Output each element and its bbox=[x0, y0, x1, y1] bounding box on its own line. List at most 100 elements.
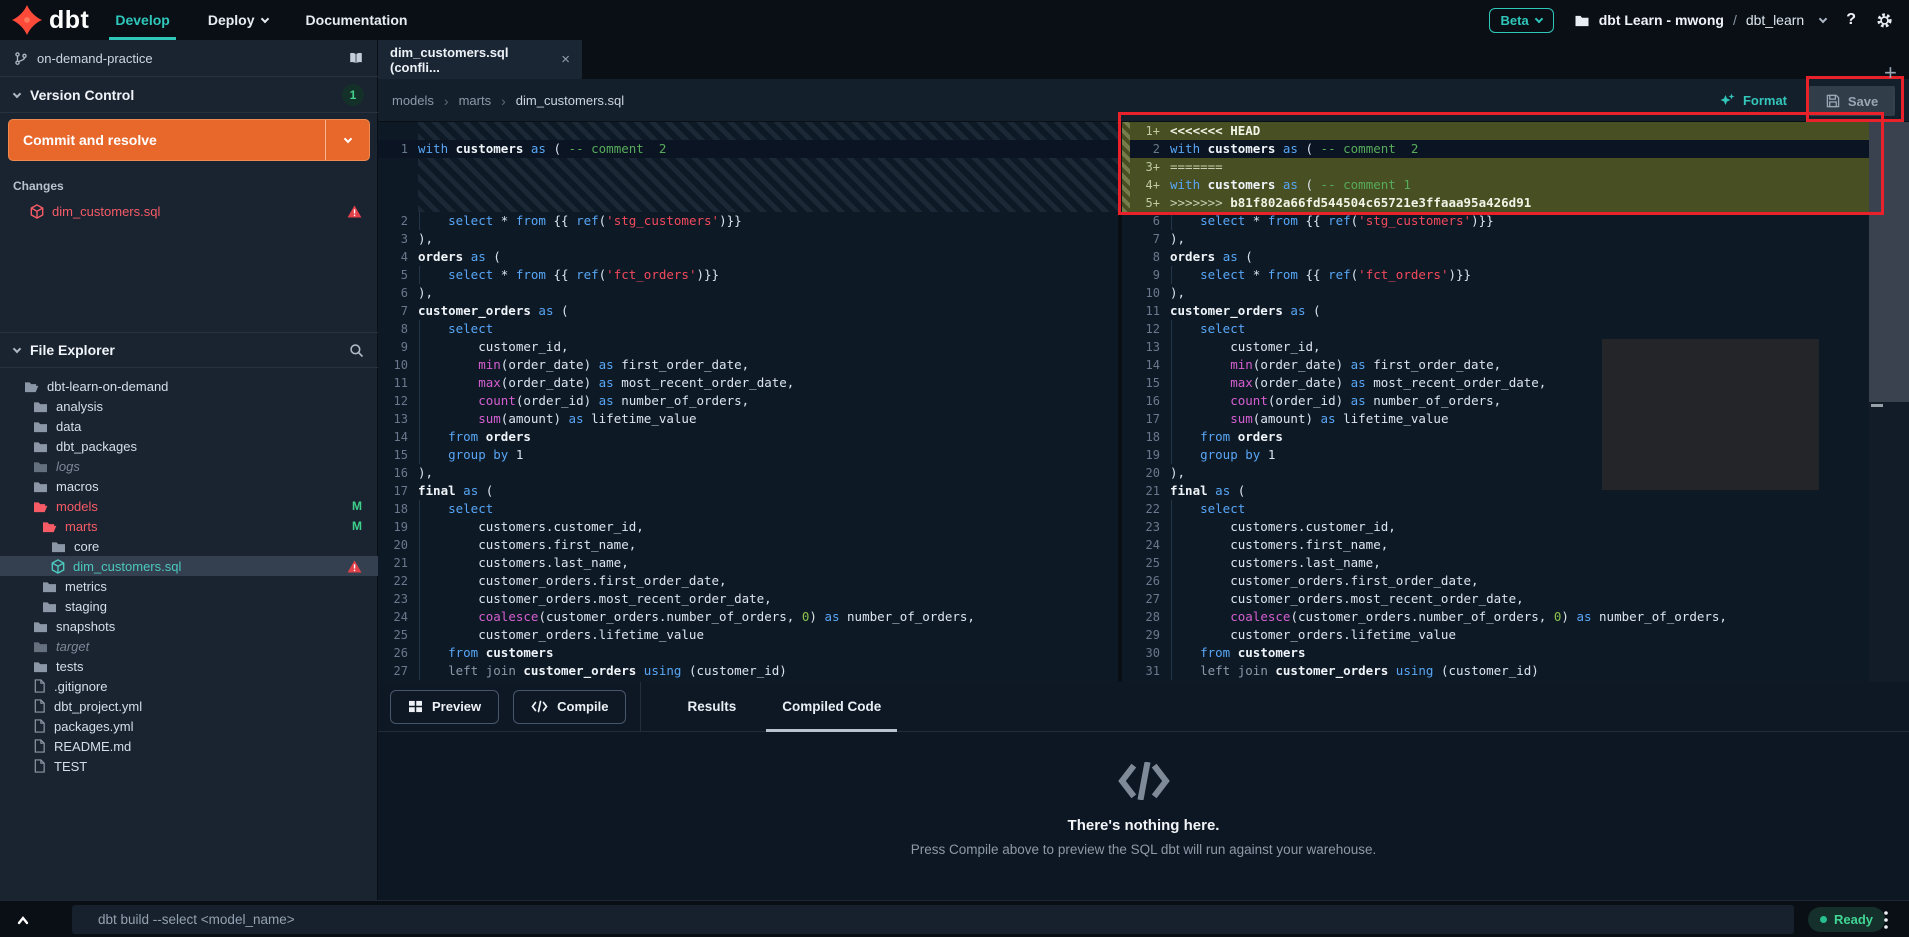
gear-icon[interactable] bbox=[1876, 12, 1893, 29]
tree-item-metrics[interactable]: metrics bbox=[0, 576, 378, 596]
tree-item-staging[interactable]: staging bbox=[0, 596, 378, 616]
tree-item-dbt-learn-on-demand[interactable]: dbt-learn-on-demand bbox=[0, 376, 378, 396]
tree-item-marts[interactable]: martsM bbox=[0, 516, 378, 536]
tree-item-core[interactable]: core bbox=[0, 536, 378, 556]
commit-dropdown-button[interactable] bbox=[325, 120, 369, 160]
code-line[interactable]: 7customer_orders as ( bbox=[378, 302, 1118, 320]
format-button[interactable]: Format bbox=[1720, 79, 1787, 122]
nav-documentation[interactable]: Documentation bbox=[306, 0, 408, 40]
code-line[interactable]: 14 from orders bbox=[378, 428, 1118, 446]
code-line[interactable]: 16), bbox=[378, 464, 1118, 482]
tree-item-packages-yml[interactable]: packages.yml bbox=[0, 716, 378, 736]
code-line[interactable]: 11customer_orders as ( bbox=[1122, 302, 1909, 320]
code-line[interactable]: 18 select bbox=[378, 500, 1118, 518]
code-line[interactable]: 8orders as ( bbox=[1122, 248, 1909, 266]
code-line[interactable]: 26 customer_orders.first_order_date, bbox=[1122, 572, 1909, 590]
tree-item-target[interactable]: target bbox=[0, 636, 378, 656]
code-line[interactable]: 30 from customers bbox=[1122, 644, 1909, 662]
code-line[interactable]: 15 group by 1 bbox=[378, 446, 1118, 464]
code-line[interactable]: 1with customers as ( -- comment 2 bbox=[378, 140, 1118, 158]
tree-item--gitignore[interactable]: .gitignore bbox=[0, 676, 378, 696]
tree-item-test[interactable]: TEST bbox=[0, 756, 378, 776]
code-line[interactable]: 22 select bbox=[1122, 500, 1909, 518]
code-line[interactable]: 1+<<<<<<< HEAD bbox=[1122, 122, 1909, 140]
code-line[interactable]: 5+>>>>>>> b81f802a66fd544504c65721e3ffaa… bbox=[1122, 194, 1909, 212]
code-line[interactable]: 27 customer_orders.most_recent_order_dat… bbox=[1122, 590, 1909, 608]
version-control-header[interactable]: Version Control 1 bbox=[0, 77, 378, 113]
code-line[interactable]: 19 customers.customer_id, bbox=[378, 518, 1118, 536]
docs-book-icon[interactable] bbox=[348, 51, 364, 65]
code-line[interactable]: 23 customers.customer_id, bbox=[1122, 518, 1909, 536]
branch-selector[interactable]: on-demand-practice bbox=[0, 40, 378, 77]
code-line[interactable]: 24 customers.first_name, bbox=[1122, 536, 1909, 554]
code-line[interactable]: 2 select * from {{ ref('stg_customers')}… bbox=[378, 212, 1118, 230]
tree-item-macros[interactable]: macros bbox=[0, 476, 378, 496]
breadcrumb-models[interactable]: models bbox=[392, 93, 434, 108]
tree-item-dbt-project-yml[interactable]: dbt_project.yml bbox=[0, 696, 378, 716]
code-line[interactable]: 13 sum(amount) as lifetime_value bbox=[378, 410, 1118, 428]
tree-item-dim-customers-sql[interactable]: dim_customers.sql bbox=[0, 556, 378, 576]
code-line[interactable]: 25 customers.last_name, bbox=[1122, 554, 1909, 572]
changed-file-item[interactable]: dim_customers.sql bbox=[0, 199, 378, 223]
close-tab-icon[interactable]: × bbox=[561, 51, 570, 68]
code-line[interactable]: 12 count(order_id) as number_of_orders, bbox=[378, 392, 1118, 410]
code-line[interactable]: 7), bbox=[1122, 230, 1909, 248]
nav-deploy[interactable]: Deploy bbox=[208, 0, 268, 40]
kebab-menu-icon[interactable] bbox=[1883, 910, 1889, 930]
code-line[interactable]: 10), bbox=[1122, 284, 1909, 302]
tab-dim-customers[interactable]: dim_customers.sql (confli... × bbox=[378, 40, 582, 79]
code-line[interactable]: 2with customers as ( -- comment 2 bbox=[1122, 140, 1909, 158]
code-line[interactable]: 5 select * from {{ ref('fct_orders')}} bbox=[378, 266, 1118, 284]
search-icon[interactable] bbox=[349, 343, 364, 358]
code-line[interactable]: 29 customer_orders.lifetime_value bbox=[1122, 626, 1909, 644]
code-line[interactable]: 22 customer_orders.first_order_date, bbox=[378, 572, 1118, 590]
tree-item-snapshots[interactable]: snapshots bbox=[0, 616, 378, 636]
tree-item-dbt-packages[interactable]: dbt_packages bbox=[0, 436, 378, 456]
code-line[interactable]: 26 from customers bbox=[378, 644, 1118, 662]
code-line[interactable]: 23 customer_orders.most_recent_order_dat… bbox=[378, 590, 1118, 608]
nav-develop[interactable]: Develop bbox=[115, 0, 169, 40]
help-button[interactable]: ? bbox=[1846, 11, 1856, 29]
editor-pane-left[interactable]: 1with customers as ( -- comment 2 2 selec… bbox=[378, 122, 1118, 682]
tree-item-tests[interactable]: tests bbox=[0, 656, 378, 676]
account-switcher[interactable]: dbt Learn - mwong / dbt_learn bbox=[1574, 12, 1827, 28]
commit-and-resolve-button[interactable]: Commit and resolve bbox=[8, 119, 370, 161]
beta-button[interactable]: Beta bbox=[1489, 8, 1554, 33]
code-line[interactable]: 27 left join customer_orders using (cust… bbox=[378, 662, 1118, 680]
code-line[interactable]: 31 left join customer_orders using (cust… bbox=[1122, 662, 1909, 680]
save-button[interactable]: Save bbox=[1809, 86, 1895, 116]
code-line[interactable]: 3+======= bbox=[1122, 158, 1909, 176]
command-input[interactable] bbox=[72, 905, 1794, 934]
code-line[interactable]: 8 select bbox=[378, 320, 1118, 338]
dbt-logo[interactable]: dbt bbox=[12, 5, 89, 35]
code-line[interactable]: 25 customer_orders.lifetime_value bbox=[378, 626, 1118, 644]
code-line[interactable]: 17final as ( bbox=[378, 482, 1118, 500]
code-line[interactable]: 11 max(order_date) as most_recent_order_… bbox=[378, 374, 1118, 392]
code-line[interactable]: 6), bbox=[378, 284, 1118, 302]
tree-item-analysis[interactable]: analysis bbox=[0, 396, 378, 416]
code-line[interactable]: 10 min(order_date) as first_order_date, bbox=[378, 356, 1118, 374]
code-line[interactable]: 9 customer_id, bbox=[378, 338, 1118, 356]
code-line[interactable]: 9 select * from {{ ref('fct_orders')}} bbox=[1122, 266, 1909, 284]
code-line[interactable]: 3), bbox=[378, 230, 1118, 248]
tab-results[interactable]: Results bbox=[687, 682, 736, 732]
code-line[interactable]: 24 coalesce(customer_orders.number_of_or… bbox=[378, 608, 1118, 626]
code-line[interactable]: 20 customers.first_name, bbox=[378, 536, 1118, 554]
tree-item-data[interactable]: data bbox=[0, 416, 378, 436]
preview-button[interactable]: Preview bbox=[390, 690, 499, 724]
file-explorer-header[interactable]: File Explorer bbox=[0, 332, 378, 368]
tree-item-readme-md[interactable]: README.md bbox=[0, 736, 378, 756]
scrollbar[interactable] bbox=[1869, 122, 1909, 682]
code-line[interactable]: 12 select bbox=[1122, 320, 1909, 338]
code-line[interactable]: 4+with customers as ( -- comment 1 bbox=[1122, 176, 1909, 194]
code-line[interactable]: 6 select * from {{ ref('stg_customers')}… bbox=[1122, 212, 1909, 230]
expand-command-panel-button[interactable] bbox=[0, 901, 46, 937]
tree-item-models[interactable]: modelsM bbox=[0, 496, 378, 516]
tab-compiled-code[interactable]: Compiled Code bbox=[782, 682, 881, 732]
breadcrumb-marts[interactable]: marts bbox=[459, 93, 492, 108]
code-line[interactable]: 21 customers.last_name, bbox=[378, 554, 1118, 572]
scrollbar-thumb[interactable] bbox=[1869, 122, 1909, 402]
code-line[interactable]: 4orders as ( bbox=[378, 248, 1118, 266]
new-tab-button[interactable]: + bbox=[1884, 62, 1897, 84]
tree-item-logs[interactable]: logs bbox=[0, 456, 378, 476]
